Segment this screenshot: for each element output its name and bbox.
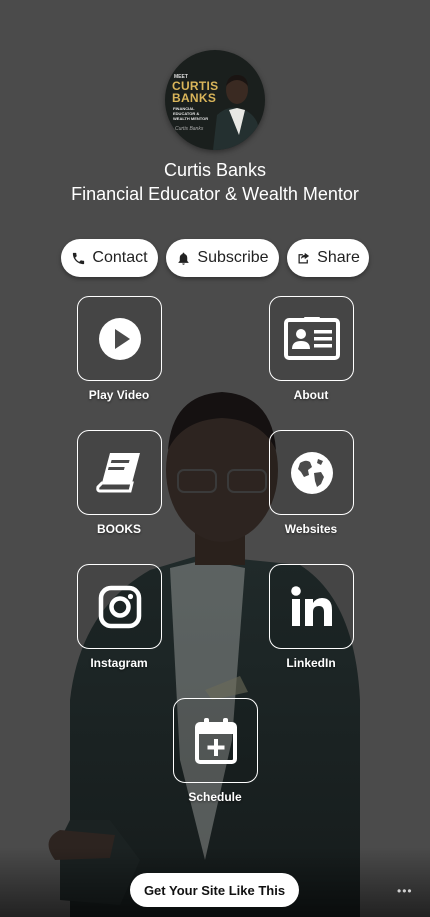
linkedin-icon [290, 585, 332, 626]
more-options-icon[interactable]: ••• [397, 884, 413, 898]
websites-tile[interactable] [269, 430, 354, 515]
calendar-plus-icon [194, 717, 237, 764]
instagram-icon [98, 585, 141, 628]
share-button[interactable]: Share [287, 239, 369, 277]
play-video-tile[interactable] [77, 296, 162, 381]
schedule-label: Schedule [188, 790, 242, 804]
about-tile[interactable] [269, 296, 354, 381]
globe-icon [290, 451, 333, 494]
profile-name: Curtis Banks [163, 160, 267, 180]
bell-icon [178, 252, 189, 265]
subscribe-label: Subscribe [197, 249, 269, 266]
instagram-label: Instagram [90, 656, 148, 670]
about-label: About [293, 388, 329, 402]
play-video-label: Play Video [88, 388, 150, 402]
share-label: Share [317, 249, 360, 266]
linkedin-tile[interactable] [269, 564, 354, 649]
subscribe-button[interactable]: Subscribe [166, 239, 279, 277]
avatar-tagline: FINANCIAL EDUCATOR & WEALTH MENTOR [173, 106, 209, 121]
get-your-site-button[interactable]: Get Your Site Like This [130, 873, 299, 907]
profile-role: Financial Educator & Wealth Mentor [71, 184, 359, 204]
book-icon [95, 452, 140, 492]
contact-label: Contact [92, 249, 148, 266]
avatar: MEET CURTIS BANKS FINANCIAL EDUCATOR & W… [165, 50, 265, 150]
schedule-tile[interactable] [173, 698, 258, 783]
share-icon [298, 252, 310, 263]
websites-label: Websites [284, 522, 338, 536]
avatar-name-line2: BANKS [172, 91, 217, 105]
phone-icon [73, 252, 85, 264]
contact-card-icon [283, 316, 340, 360]
play-icon [98, 317, 141, 360]
books-label: BOOKS [96, 522, 141, 536]
instagram-tile[interactable] [77, 564, 162, 649]
books-tile[interactable] [77, 430, 162, 515]
avatar-signature: Curtis Banks [175, 126, 204, 132]
contact-button[interactable]: Contact [61, 239, 158, 277]
linkedin-label: LinkedIn [286, 656, 336, 670]
